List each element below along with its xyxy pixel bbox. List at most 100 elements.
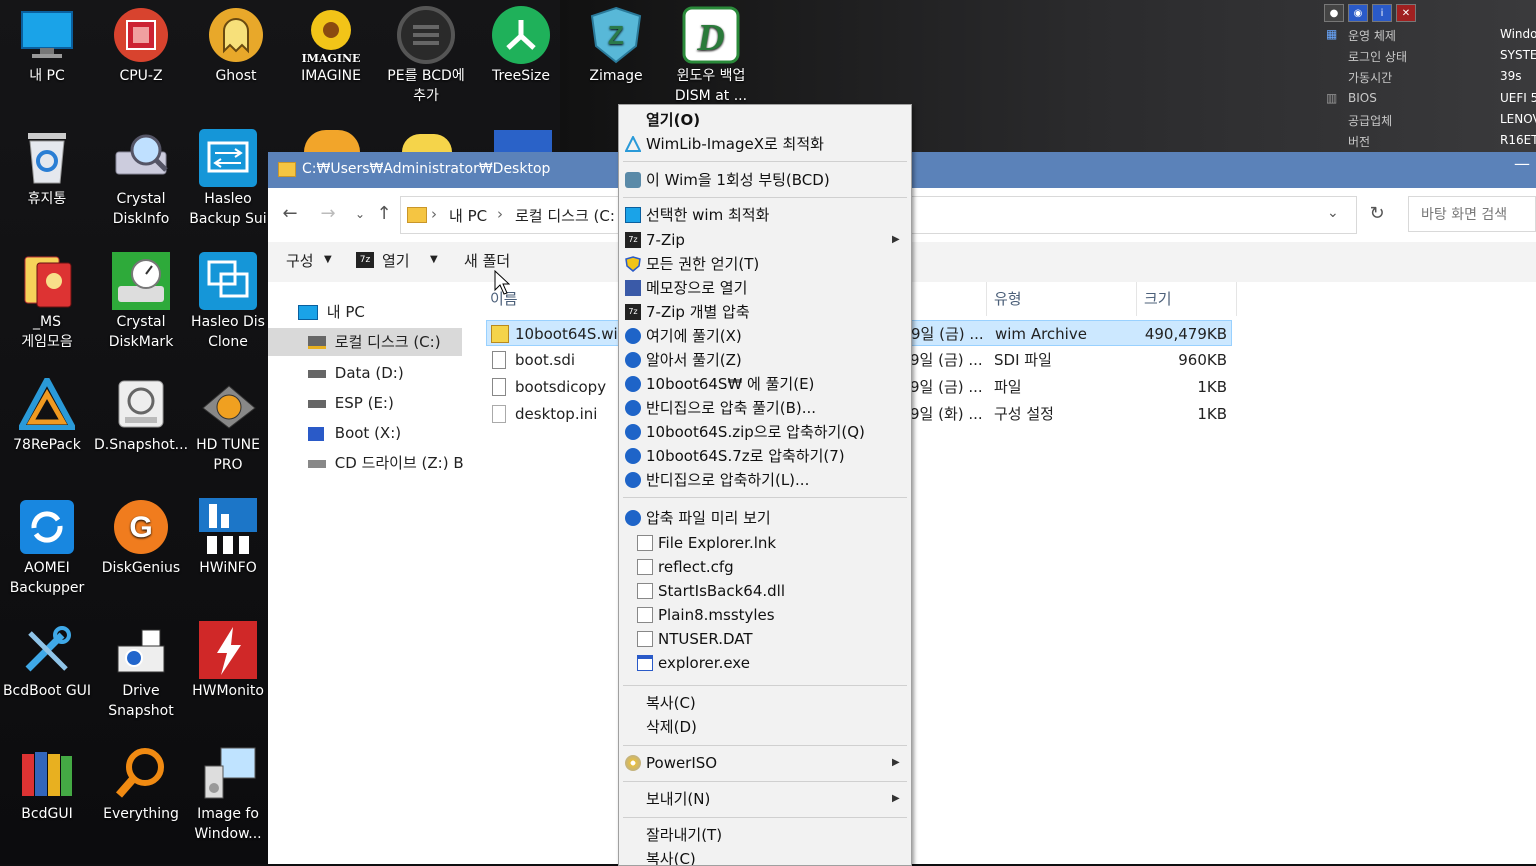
nav-item-local-disk-c[interactable]: 로컬 디스크 (C:) (268, 328, 462, 356)
menu-item-compress-7z[interactable]: 10boot64S.7z로 압축하기(7) (619, 444, 911, 468)
desktop-icon-pe-bcd[interactable]: PE를 BCD에 추가 (379, 0, 473, 106)
menu-item-archive-entry[interactable]: explorer.exe (619, 651, 911, 675)
magnifier-icon (112, 744, 170, 802)
search-input[interactable]: 바탕 화면 검색 (1408, 196, 1536, 232)
desktop-icon-bcdgui[interactable]: BcdGUI (0, 738, 94, 824)
desktop-icon-hwinfo[interactable]: HWiNFO (189, 492, 267, 578)
file-date: 9일 (화) ... (910, 405, 982, 423)
chevron-down-icon[interactable]: ⌄ (1327, 205, 1339, 221)
menu-item-poweriso[interactable]: PowerISO ▶ (619, 751, 911, 775)
menu-item-bandizip-compress[interactable]: 반디집으로 압축하기(L)... (619, 468, 911, 492)
nav-item-data-d[interactable]: Data (D:) (308, 359, 404, 387)
menu-item-label: Plain8.msstyles (658, 606, 775, 624)
desktop-icon-image-for-windows[interactable]: Image fo Window... (189, 738, 267, 844)
nav-item-esp-e[interactable]: ESP (E:) (308, 389, 394, 417)
chevron-down-icon[interactable]: ▼ (324, 254, 332, 265)
close-icon[interactable]: ✕ (1396, 4, 1416, 22)
nav-item-cd-drive-z[interactable]: CD 드라이브 (Z:) BI (308, 449, 463, 477)
refresh-icon[interactable]: ↻ (1365, 202, 1389, 226)
menu-item-extract-to-folder[interactable]: 10boot64S₩ 에 풀기(E) (619, 372, 911, 396)
nav-item-boot-x[interactable]: Boot (X:) (308, 419, 401, 447)
menu-item-copy[interactable]: 복사(C) (619, 691, 911, 715)
desktop-icon-bcdboot-gui[interactable]: BcdBoot GUI (0, 615, 94, 701)
column-header-size[interactable]: 크기 (1144, 288, 1172, 309)
menu-item-compress-zip[interactable]: 10boot64S.zip으로 압축하기(Q) (619, 420, 911, 444)
desktop-icon-treesize[interactable]: TreeSize (474, 0, 568, 86)
menu-item-archive-entry[interactable]: NTUSER.DAT (619, 627, 911, 651)
desktop-icon-diskgenius[interactable]: G DiskGenius (94, 492, 188, 578)
menu-item-archive-entry[interactable]: StartIsBack64.dll (619, 579, 911, 603)
menu-item-open[interactable]: 열기(O) (619, 108, 911, 132)
file-date: 9일 (금) ... (911, 325, 983, 343)
menu-item-label: PowerISO (646, 754, 718, 772)
desktop-icon-label: PE를 BCD에 추가 (387, 68, 465, 104)
desktop-icon-crystal-diskinfo[interactable]: Crystal DiskInfo (94, 123, 188, 229)
desktop-icon-zimage[interactable]: Z Zimage (569, 0, 663, 86)
menu-item-7zip-individual[interactable]: 7z 7-Zip 개별 압축 (619, 300, 911, 324)
desktop-icon-hasleo-disk-clone[interactable]: Hasleo Dis Clone (189, 246, 267, 352)
diskgenius-logo-icon: G (112, 498, 170, 556)
minimize-button[interactable]: — (1514, 154, 1530, 173)
desktop-icon-dsnapshot[interactable]: D.Snapshot... (94, 369, 188, 455)
desktop-icon-aomei-backupper[interactable]: AOMEI Backupper (0, 492, 94, 598)
desktop-icon-drive-snapshot[interactable]: Drive Snapshot (94, 615, 188, 721)
menu-item-copy-2[interactable]: 복사(C) (619, 847, 911, 865)
desktop-icon-78repack[interactable]: 78RePack (0, 369, 94, 455)
desktop-icon-dism-backup[interactable]: D 윈도우 백업 DISM at ... (664, 0, 758, 106)
file-icon (492, 351, 506, 369)
menu-item-wimlib-optimize[interactable]: WimLib-ImageX로 최적화 (619, 132, 911, 156)
menu-item-archive-entry[interactable]: Plain8.msstyles (619, 603, 911, 627)
recent-chevron-icon[interactable]: ⌄ (348, 202, 372, 226)
submenu-arrow-icon: ▶ (892, 793, 900, 804)
menu-item-bandizip-extract[interactable]: 반디집으로 압축 풀기(B)... (619, 396, 911, 420)
nav-item-my-pc[interactable]: 내 PC (298, 298, 365, 326)
desktop-icon-ghost[interactable]: Ghost (189, 0, 283, 86)
desktop-icon-crystal-diskmark[interactable]: Crystal DiskMark (94, 246, 188, 352)
desktop-icon-recycle-bin[interactable]: 휴지통 (0, 123, 94, 209)
organize-button[interactable]: 구성 (286, 250, 314, 271)
menu-item-7zip[interactable]: 7z 7-Zip ▶ (619, 228, 911, 252)
nav-item-label: Data (D:) (334, 364, 404, 382)
desktop-icon-hd-tune-pro[interactable]: HD TUNE PRO (189, 369, 267, 475)
breadcrumb-local-disk[interactable]: 로컬 디스크 (C: (515, 205, 615, 226)
menu-item-smart-extract[interactable]: 알아서 풀기(Z) (619, 348, 911, 372)
desktop-icon-label: Hasleo Dis Clone (191, 314, 265, 350)
breadcrumb-separator: › (431, 205, 437, 223)
bandizip-icon (625, 376, 641, 392)
desktop-icon-hwmonitor[interactable]: HWMonito (189, 615, 267, 701)
up-arrow-icon[interactable]: ↑ (372, 202, 396, 226)
7zip-icon: 7z (356, 252, 374, 268)
settings-icon[interactable]: ● (1324, 4, 1344, 22)
menu-item-send-to[interactable]: 보내기(N) ▶ (619, 787, 911, 811)
forward-arrow-icon[interactable]: → (316, 202, 340, 226)
menu-item-delete[interactable]: 삭제(D) (619, 715, 911, 739)
column-header-type[interactable]: 유형 (994, 288, 1022, 309)
breadcrumb-my-pc[interactable]: 내 PC (449, 205, 487, 226)
sysinfo-key: BIOS (1348, 91, 1377, 105)
desktop-icon-cpu-z[interactable]: CPU-Z (94, 0, 188, 86)
globe-icon[interactable]: ◉ (1348, 4, 1368, 22)
open-button[interactable]: 열기 (382, 250, 410, 271)
menu-item-cut[interactable]: 잘라내기(T) (619, 823, 911, 847)
desktop-icon-hasleo-backup[interactable]: Hasleo Backup Sui (189, 123, 267, 229)
back-arrow-icon[interactable]: ← (278, 202, 302, 226)
sysinfo-key: 공급업체 (1348, 114, 1393, 128)
info-icon[interactable]: i (1372, 4, 1392, 22)
desktop-icon-my-pc[interactable]: 내 PC (0, 0, 94, 86)
menu-item-archive-preview[interactable]: 압축 파일 미리 보기 (619, 506, 911, 530)
new-folder-button[interactable]: 새 폴더 (464, 250, 510, 271)
desktop-icon-ms-games[interactable]: _MS 게임모음 (0, 246, 94, 352)
chevron-down-icon[interactable]: ▼ (430, 254, 438, 265)
menu-item-wim-one-time-boot[interactable]: 이 Wim을 1회성 부팅(BCD) (619, 168, 911, 192)
menu-item-archive-entry[interactable]: File Explorer.lnk (619, 531, 911, 555)
lightning-icon (199, 621, 257, 679)
desktop-icon-label: AOMEI Backupper (9, 560, 85, 596)
menu-item-open-notepad[interactable]: 메모장으로 열기 (619, 276, 911, 300)
menu-item-optimize-selected-wim[interactable]: 선택한 wim 최적화 (619, 203, 911, 227)
menu-item-extract-here[interactable]: 여기에 풀기(X) (619, 324, 911, 348)
menu-item-take-ownership[interactable]: 모든 권한 얻기(T) (619, 252, 911, 276)
binders-icon (18, 744, 76, 802)
desktop-icon-imagine[interactable]: IMAGINE IMAGINE (284, 0, 378, 86)
menu-item-archive-entry[interactable]: reflect.cfg (619, 555, 911, 579)
desktop-icon-everything[interactable]: Everything (94, 738, 188, 824)
